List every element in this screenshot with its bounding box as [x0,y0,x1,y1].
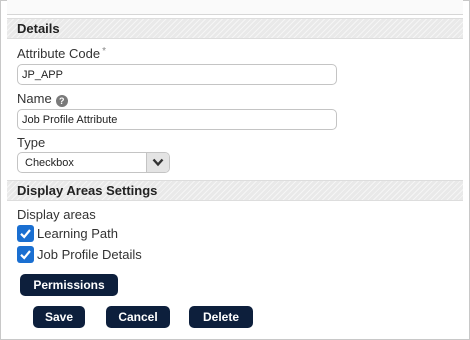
attribute-code-input[interactable] [17,64,337,85]
required-marker: * [102,46,107,57]
attribute-code-label: Attribute Code * [17,46,106,61]
job-profile-details-label: Job Profile Details [37,247,142,262]
chevron-down-icon [152,158,164,167]
learning-path-checkbox[interactable] [17,225,34,242]
help-icon[interactable]: ? [55,95,68,107]
permissions-button[interactable]: Permissions [20,274,118,296]
delete-button[interactable]: Delete [189,306,253,328]
details-section-header: Details [7,18,463,39]
cancel-button[interactable]: Cancel [106,306,170,328]
type-select[interactable]: Checkbox [17,152,170,173]
learning-path-label: Learning Path [37,226,118,241]
attribute-code-label-text: Attribute Code [17,46,101,61]
job-profile-details-checkbox[interactable] [17,246,34,263]
checkmark-icon [20,250,31,260]
name-input[interactable] [17,109,337,130]
type-select-value: Checkbox [25,157,74,169]
checkmark-icon [20,229,31,239]
display-areas-section-header: Display Areas Settings [7,180,463,201]
top-divider [7,0,463,15]
select-dropdown-button[interactable] [146,153,169,172]
name-label: Name? [17,91,68,107]
save-button[interactable]: Save [33,306,85,328]
name-label-text: Name [17,91,52,106]
type-label: Type [17,135,46,150]
display-areas-label: Display areas [17,207,96,222]
